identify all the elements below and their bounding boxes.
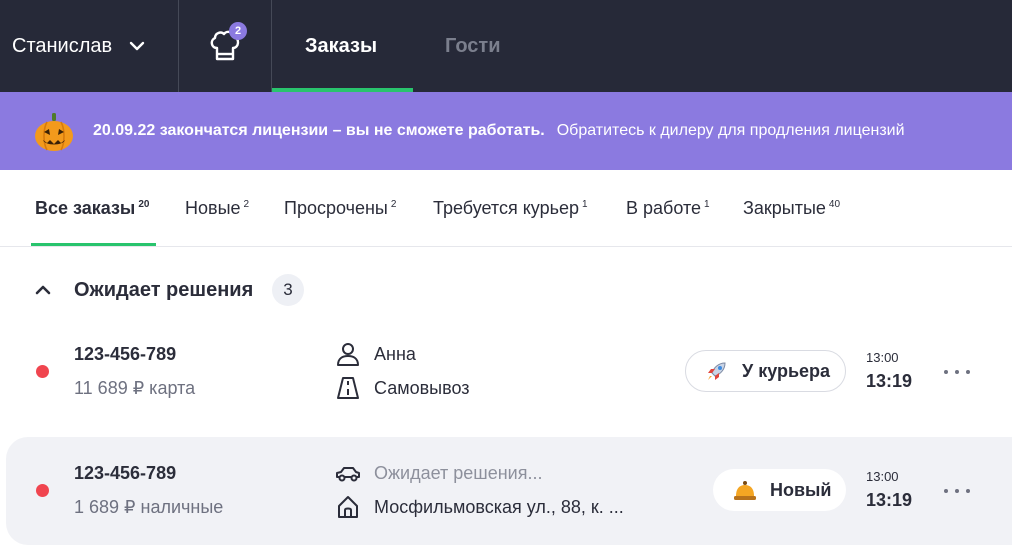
delivery-type: Самовывоз	[374, 378, 470, 398]
filter-count: 20	[138, 199, 150, 210]
filter-label: Просрочены	[284, 198, 388, 218]
more-options-icon[interactable]	[944, 362, 970, 382]
house-icon	[338, 496, 358, 518]
status-button[interactable]: Новый	[713, 469, 846, 511]
filter-count: 1	[704, 199, 710, 210]
group-count-badge: 3	[272, 274, 304, 306]
road-icon	[337, 377, 359, 399]
status-label: У курьера	[742, 360, 831, 381]
bell-icon	[734, 481, 756, 500]
filter-label: Новые	[185, 198, 241, 218]
filter-active-underline	[31, 243, 156, 246]
time-planned: 13:00	[866, 350, 899, 365]
filter-count: 2	[243, 199, 250, 210]
order-sum: 1 689 ₽ наличные	[74, 497, 224, 517]
delivery-address: Мосфильмовская ул., 88, к. ...	[374, 497, 624, 517]
tab-guests[interactable]: Гости	[445, 0, 501, 92]
group-title: Ожидает решения	[74, 278, 254, 301]
filter-all[interactable]: Все заказы 20	[35, 170, 149, 247]
order-filters: Все заказы 20 Новые 2 Просрочены 2 Требуетс…	[0, 170, 1012, 247]
top-bar: Станислав 2 Заказы Гости	[0, 0, 1012, 92]
chef-button[interactable]: 2	[179, 0, 271, 92]
rocket-icon	[708, 362, 726, 380]
status-label: Новый	[770, 479, 832, 500]
chef-badge: 2	[229, 22, 247, 40]
order-sum: 11 689 ₽ карта	[74, 378, 196, 398]
filter-overdue[interactable]: Просрочены 2	[284, 170, 396, 247]
tab-orders[interactable]: Заказы	[305, 0, 377, 92]
filter-label: Все заказы	[35, 198, 136, 218]
filter-count: 1	[582, 199, 588, 210]
chevron-up-icon[interactable]	[34, 281, 52, 299]
group-header: Ожидает решения 3	[0, 270, 1012, 310]
license-banner: 20.09.22 закончатся лицензии – вы не смо…	[0, 92, 1012, 170]
filter-label: В работе	[626, 198, 702, 218]
status-dot	[36, 365, 49, 378]
time-planned: 13:00	[866, 469, 899, 484]
filter-closed[interactable]: Закрытые 40	[743, 170, 840, 247]
banner-hint: Обратитесь к дилеру для продления лиценз…	[556, 122, 905, 139]
filter-in-progress[interactable]: В работе 1	[626, 170, 710, 247]
order-number: 123-456-789	[74, 344, 177, 364]
divider	[271, 0, 272, 92]
filter-count: 40	[828, 199, 841, 210]
filter-label: Требуется курьер	[433, 198, 580, 218]
banner-warning: 20.09.22 закончатся лицензии – вы не смо…	[93, 122, 545, 139]
chevron-down-icon	[129, 41, 145, 51]
status-dot	[36, 484, 49, 497]
order-row[interactable]: 123-456-789 11 689 ₽ карта Анна Самовыво…	[0, 318, 1012, 426]
filter-label: Закрытые	[743, 198, 826, 218]
order-number: 123-456-789	[74, 463, 177, 483]
banner-message: 20.09.22 закончатся лицензии – вы не смо…	[93, 92, 905, 170]
more-options-icon[interactable]	[944, 481, 970, 501]
time-actual: 13:19	[866, 490, 913, 510]
filter-courier-needed[interactable]: Требуется курьер 1	[433, 170, 588, 247]
status-button[interactable]: У курьера	[685, 350, 846, 392]
filter-count: 2	[390, 199, 397, 210]
time-actual: 13:19	[866, 371, 913, 391]
pumpkin-icon	[35, 113, 73, 151]
order-row[interactable]: 123-456-789 1 689 ₽ наличные Ожидает реш…	[6, 437, 1012, 545]
user-name: Станислав	[12, 34, 113, 57]
filter-new[interactable]: Новые 2	[185, 170, 249, 247]
courier-status: Ожидает решения...	[374, 463, 543, 483]
user-menu[interactable]: Станислав	[0, 0, 178, 92]
person-icon	[337, 343, 359, 366]
customer-name: Анна	[374, 344, 416, 364]
car-icon	[336, 467, 360, 482]
